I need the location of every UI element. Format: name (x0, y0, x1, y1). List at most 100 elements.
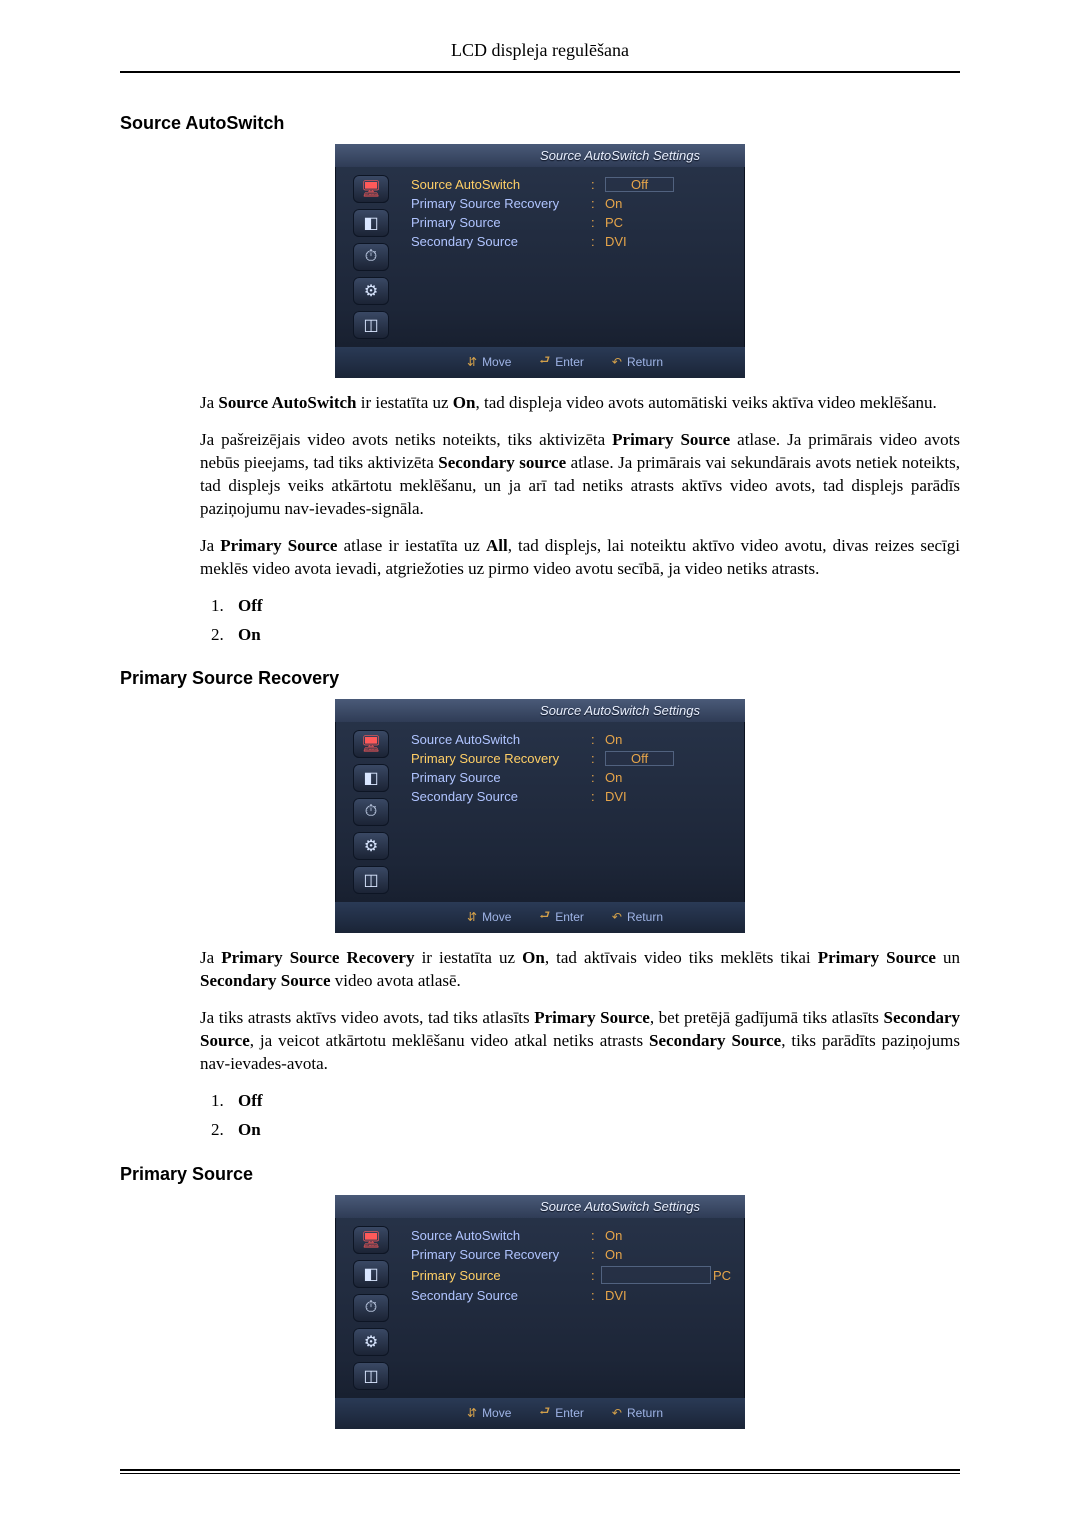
clock-icon: ⏱ (353, 1294, 389, 1322)
osd-title: Source AutoSwitch Settings (335, 144, 745, 167)
osd-content: Source AutoSwitch : On Primary Source Re… (407, 1218, 745, 1398)
osd-value: DVI (605, 1288, 627, 1303)
osd-side-icons: 🖥 ◧ ⏱ ⚙ ◫ (335, 167, 407, 347)
updown-icon: ⇵ (467, 910, 477, 924)
return-icon: ↶ (612, 355, 622, 369)
chevron-down-icon: PC (713, 1268, 727, 1283)
osd-row-primary[interactable]: Primary Source : On (411, 768, 733, 787)
foot-enter: ⮐Enter (539, 906, 584, 927)
header-rule (120, 71, 960, 73)
para: Ja pašreizējais video avots netiks notei… (200, 429, 960, 521)
osd-row-secondary[interactable]: Secondary Source : DVI (411, 1286, 733, 1305)
osd-value: On (605, 196, 622, 211)
osd-menu: Source AutoSwitch Settings 🖥 ◧ ⏱ ⚙ ◫ Sou… (335, 1195, 745, 1429)
updown-icon: ⇵ (467, 1406, 477, 1420)
osd-figure-3: Source AutoSwitch Settings 🖥 ◧ ⏱ ⚙ ◫ Sou… (120, 1195, 960, 1429)
heading-primary-source: Primary Source (120, 1164, 960, 1185)
osd-row-secondary[interactable]: Secondary Source : DVI (411, 232, 733, 251)
osd-label: Primary Source Recovery (411, 751, 591, 766)
list-autoswitch: Off On (200, 595, 960, 647)
input-icon: ◧ (353, 1260, 389, 1288)
osd-label: Primary Source Recovery (411, 196, 591, 211)
osd-content: Source AutoSwitch : Off Primary Source R… (407, 167, 745, 347)
osd-label: Primary Source (411, 770, 591, 785)
clock-icon: ⏱ (353, 798, 389, 826)
foot-return: ↶Return (612, 351, 663, 372)
osd-label: Secondary Source (411, 1288, 591, 1303)
foot-move: ⇵Move (467, 351, 511, 372)
osd-side-icons: 🖥 ◧ ⏱ ⚙ ◫ (335, 1218, 407, 1398)
monitor-icon: 🖥 (353, 1226, 389, 1254)
bars-icon: ◫ (353, 866, 389, 894)
osd-label: Source AutoSwitch (411, 177, 591, 192)
enter-icon: ⮐ (539, 906, 550, 927)
monitor-icon: 🖥 (353, 175, 389, 203)
osd-title: Source AutoSwitch Settings (335, 1195, 745, 1218)
gear-icon: ⚙ (353, 1328, 389, 1356)
osd-figure-1: Source AutoSwitch Settings 🖥 ◧ ⏱ ⚙ ◫ Sou… (120, 144, 960, 378)
bars-icon: ◫ (353, 311, 389, 339)
clock-icon: ⏱ (353, 243, 389, 271)
osd-value: DVI (605, 789, 627, 804)
gear-icon: ⚙ (353, 277, 389, 305)
osd-row-autoswitch[interactable]: Source AutoSwitch : On (411, 730, 733, 749)
osd-menu: Source AutoSwitch Settings 🖥 ◧ ⏱ ⚙ ◫ Sou… (335, 144, 745, 378)
foot-move: ⇵Move (467, 906, 511, 927)
osd-body: 🖥 ◧ ⏱ ⚙ ◫ Source AutoSwitch : On Primary… (335, 722, 745, 902)
osd-label: Primary Source (411, 215, 591, 230)
return-icon: ↶ (612, 1406, 622, 1420)
return-icon: ↶ (612, 910, 622, 924)
para: Ja Primary Source Recovery ir iestatīta … (200, 947, 960, 993)
list-recovery: Off On (200, 1090, 960, 1142)
input-icon: ◧ (353, 764, 389, 792)
footer-rule (120, 1469, 960, 1471)
osd-content: Source AutoSwitch : On Primary Source Re… (407, 722, 745, 902)
osd-label: Source AutoSwitch (411, 732, 591, 747)
osd-row-primary[interactable]: Primary Source : PC (411, 1264, 733, 1286)
osd-row-recovery[interactable]: Primary Source Recovery : On (411, 1245, 733, 1264)
osd-label: Secondary Source (411, 234, 591, 249)
osd-value: Off (605, 177, 674, 192)
osd-value: DVI (605, 234, 627, 249)
osd-value: On (605, 1228, 622, 1243)
para: Ja Source AutoSwitch ir iestatīta uz On,… (200, 392, 960, 415)
enter-icon: ⮐ (539, 1402, 550, 1423)
foot-enter: ⮐Enter (539, 351, 584, 372)
foot-move: ⇵Move (467, 1402, 511, 1423)
osd-label: Primary Source Recovery (411, 1247, 591, 1262)
osd-row-autoswitch[interactable]: Source AutoSwitch : On (411, 1226, 733, 1245)
updown-icon: ⇵ (467, 355, 477, 369)
osd-body: 🖥 ◧ ⏱ ⚙ ◫ Source AutoSwitch : On Primary… (335, 1218, 745, 1398)
dropdown-box (601, 1266, 711, 1284)
enter-icon: ⮐ (539, 351, 550, 372)
osd-footer: ⇵Move ⮐Enter ↶Return (335, 1398, 745, 1429)
document-page: LCD displeja regulēšana Source AutoSwitc… (0, 0, 1080, 1534)
page-header-title: LCD displeja regulēšana (120, 40, 960, 71)
para: Ja tiks atrasts aktīvs video avots, tad … (200, 1007, 960, 1076)
heading-source-autoswitch: Source AutoSwitch (120, 113, 960, 134)
osd-footer: ⇵Move ⮐Enter ↶Return (335, 902, 745, 933)
list-item: Off (228, 1090, 960, 1113)
body-autoswitch: Ja Source AutoSwitch ir iestatīta uz On,… (200, 392, 960, 646)
osd-row-autoswitch[interactable]: Source AutoSwitch : Off (411, 175, 733, 194)
heading-primary-source-recovery: Primary Source Recovery (120, 668, 960, 689)
osd-title: Source AutoSwitch Settings (335, 699, 745, 722)
osd-value: On (605, 732, 622, 747)
list-item: Off (228, 595, 960, 618)
osd-value: PC (605, 215, 623, 230)
osd-row-secondary[interactable]: Secondary Source : DVI (411, 787, 733, 806)
gear-icon: ⚙ (353, 832, 389, 860)
osd-menu: Source AutoSwitch Settings 🖥 ◧ ⏱ ⚙ ◫ Sou… (335, 699, 745, 933)
list-item: On (228, 624, 960, 647)
bars-icon: ◫ (353, 1362, 389, 1390)
para: Ja Primary Source atlase ir iestatīta uz… (200, 535, 960, 581)
osd-row-recovery[interactable]: Primary Source Recovery : On (411, 194, 733, 213)
body-recovery: Ja Primary Source Recovery ir iestatīta … (200, 947, 960, 1142)
osd-row-primary[interactable]: Primary Source : PC (411, 213, 733, 232)
osd-label: Primary Source (411, 1268, 591, 1283)
osd-value-dropdown[interactable]: PC (605, 1266, 727, 1284)
osd-value: On (605, 1247, 622, 1262)
osd-label: Source AutoSwitch (411, 1228, 591, 1243)
osd-row-recovery[interactable]: Primary Source Recovery : Off (411, 749, 733, 768)
monitor-icon: 🖥 (353, 730, 389, 758)
